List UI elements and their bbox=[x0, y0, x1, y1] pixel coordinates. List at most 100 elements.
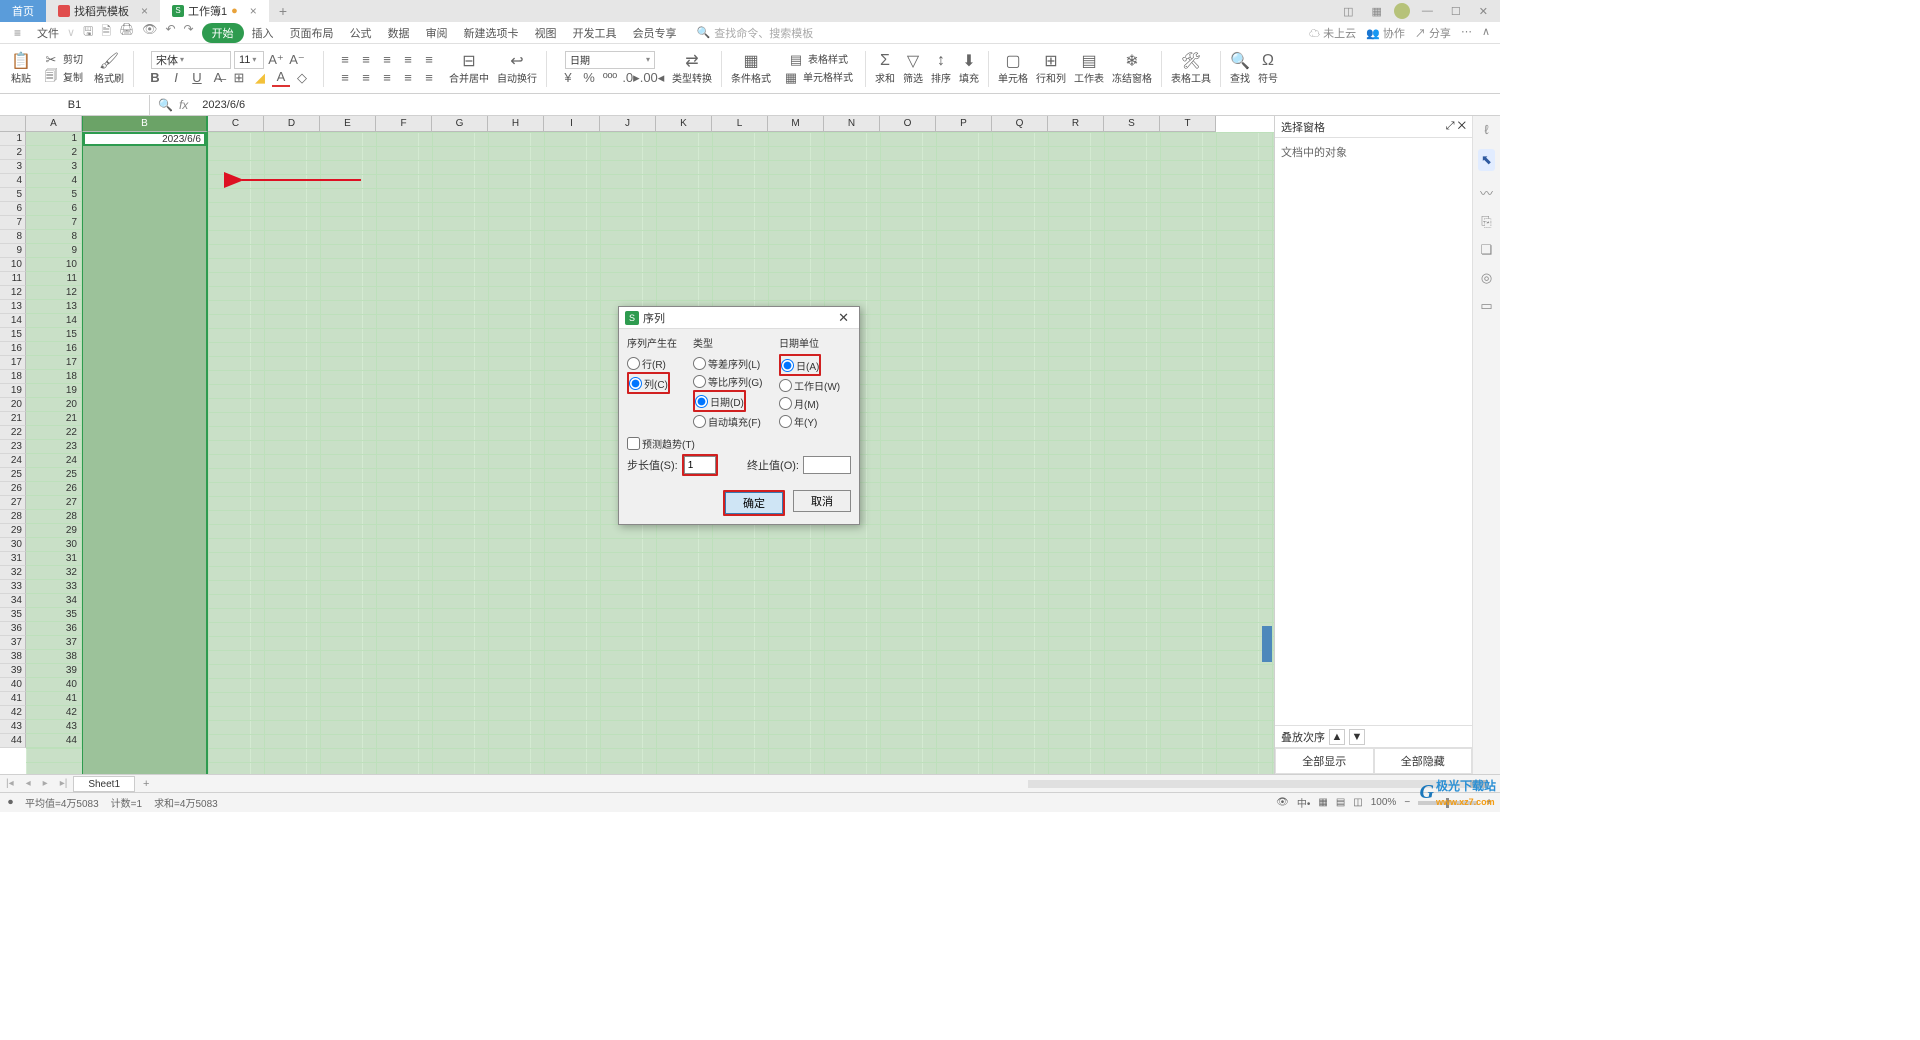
symbol-icon[interactable]: Ω bbox=[1259, 52, 1277, 70]
next-sheet-button[interactable]: ▸ bbox=[37, 778, 54, 789]
radio-row[interactable]: 行(R) bbox=[627, 354, 693, 372]
col-head-J[interactable]: J bbox=[600, 116, 656, 132]
col-head-F[interactable]: F bbox=[376, 116, 432, 132]
row-head[interactable]: 33 bbox=[0, 580, 26, 594]
cell-a34[interactable]: 34 bbox=[26, 594, 82, 608]
radio-weekday[interactable]: 工作日(W) bbox=[779, 376, 851, 394]
copy-icon[interactable]: 🗐 bbox=[42, 69, 60, 87]
cell-a11[interactable]: 11 bbox=[26, 272, 82, 286]
tablestyle-icon[interactable]: ▤ bbox=[787, 51, 805, 69]
row-head[interactable]: 15 bbox=[0, 328, 26, 342]
tab-home[interactable]: 首页 bbox=[0, 0, 46, 22]
zoom-out-button[interactable]: − bbox=[1404, 797, 1410, 808]
radio-linear[interactable]: 等差序列(L) bbox=[693, 354, 779, 372]
row-head[interactable]: 1 bbox=[0, 132, 26, 146]
row-head[interactable]: 42 bbox=[0, 706, 26, 720]
menu-dev[interactable]: 开发工具 bbox=[565, 25, 625, 41]
row-head[interactable]: 31 bbox=[0, 552, 26, 566]
cell-a28[interactable]: 28 bbox=[26, 510, 82, 524]
font-color-icon[interactable]: A bbox=[272, 69, 290, 87]
col-head-L[interactable]: L bbox=[712, 116, 768, 132]
radio-year[interactable]: 年(Y) bbox=[779, 412, 851, 430]
cell-a19[interactable]: 19 bbox=[26, 384, 82, 398]
formula-input[interactable]: 2023/6/6 bbox=[196, 99, 245, 111]
tab-template[interactable]: 找稻壳模板 × bbox=[46, 0, 160, 22]
checkbox-trend[interactable]: 预测趋势(T) bbox=[627, 434, 851, 452]
col-head-K[interactable]: K bbox=[656, 116, 712, 132]
cell-a38[interactable]: 38 bbox=[26, 650, 82, 664]
row-head[interactable]: 41 bbox=[0, 692, 26, 706]
cell-a1[interactable]: 1 bbox=[26, 132, 82, 146]
row-head[interactable]: 22 bbox=[0, 426, 26, 440]
saveas-icon[interactable]: 🗎 bbox=[101, 22, 111, 43]
print-icon[interactable]: 🖨 bbox=[119, 22, 134, 43]
tabletool-icon[interactable]: 🛠 bbox=[1182, 52, 1200, 70]
end-input[interactable] bbox=[803, 456, 851, 474]
row-head[interactable]: 10 bbox=[0, 258, 26, 272]
maximize-button[interactable]: ☐ bbox=[1445, 3, 1467, 20]
percent-icon[interactable]: % bbox=[580, 69, 598, 87]
row-head[interactable]: 36 bbox=[0, 622, 26, 636]
cell-a33[interactable]: 33 bbox=[26, 580, 82, 594]
col-head-G[interactable]: G bbox=[432, 116, 488, 132]
col-head-D[interactable]: D bbox=[264, 116, 320, 132]
cell-a2[interactable]: 2 bbox=[26, 146, 82, 160]
row-head[interactable]: 17 bbox=[0, 356, 26, 370]
menu-layout[interactable]: 页面布局 bbox=[282, 25, 342, 41]
cell-a37[interactable]: 37 bbox=[26, 636, 82, 650]
rowcol-icon[interactable]: ⊞ bbox=[1042, 52, 1060, 70]
col-head-R[interactable]: R bbox=[1048, 116, 1104, 132]
row-head[interactable]: 19 bbox=[0, 384, 26, 398]
col-head-E[interactable]: E bbox=[320, 116, 376, 132]
filter-icon[interactable]: ▽ bbox=[904, 52, 922, 70]
layout-icon[interactable]: ◫ bbox=[1337, 3, 1359, 20]
border-icon[interactable]: ⊞ bbox=[230, 69, 248, 87]
row-head[interactable]: 21 bbox=[0, 412, 26, 426]
col-head-S[interactable]: S bbox=[1104, 116, 1160, 132]
cell-a8[interactable]: 8 bbox=[26, 230, 82, 244]
italic-icon[interactable]: I bbox=[167, 69, 185, 87]
row-head[interactable]: 29 bbox=[0, 524, 26, 538]
more-icon[interactable]: ⋯ bbox=[1461, 25, 1472, 41]
bring-forward-button[interactable]: ▲ bbox=[1329, 729, 1345, 745]
cond-format-icon[interactable]: ▦ bbox=[742, 52, 760, 70]
row-head[interactable]: 38 bbox=[0, 650, 26, 664]
cell-a43[interactable]: 43 bbox=[26, 720, 82, 734]
sheet-icon2[interactable]: ▤ bbox=[1080, 52, 1098, 70]
side-tab-indicator[interactable] bbox=[1262, 626, 1272, 662]
row-head[interactable]: 4 bbox=[0, 174, 26, 188]
cell-a44[interactable]: 44 bbox=[26, 734, 82, 748]
col-head-H[interactable]: H bbox=[488, 116, 544, 132]
row-head[interactable]: 7 bbox=[0, 216, 26, 230]
col-head-I[interactable]: I bbox=[544, 116, 600, 132]
cell-a3[interactable]: 3 bbox=[26, 160, 82, 174]
cell-a25[interactable]: 25 bbox=[26, 468, 82, 482]
name-box[interactable]: B1 bbox=[0, 95, 150, 115]
radio-month[interactable]: 月(M) bbox=[779, 394, 851, 412]
row-head[interactable]: 39 bbox=[0, 664, 26, 678]
row-head[interactable]: 30 bbox=[0, 538, 26, 552]
cell-a30[interactable]: 30 bbox=[26, 538, 82, 552]
cell-a40[interactable]: 40 bbox=[26, 678, 82, 692]
cell-a17[interactable]: 17 bbox=[26, 356, 82, 370]
cell-a13[interactable]: 13 bbox=[26, 300, 82, 314]
cell-a10[interactable]: 10 bbox=[26, 258, 82, 272]
fill-color-icon[interactable]: ◢ bbox=[251, 69, 269, 87]
cell-a22[interactable]: 22 bbox=[26, 426, 82, 440]
menu-file[interactable]: 文件 bbox=[29, 25, 67, 41]
menu-insert[interactable]: 插入 bbox=[244, 25, 282, 41]
record-icon[interactable]: ⏺ bbox=[8, 797, 13, 808]
row-head[interactable]: 34 bbox=[0, 594, 26, 608]
wrap-icon[interactable]: ↩ bbox=[508, 52, 526, 70]
radio-autofill[interactable]: 自动填充(F) bbox=[693, 412, 779, 430]
cellstyle-icon[interactable]: ▦ bbox=[782, 69, 800, 87]
bold-icon[interactable]: B bbox=[146, 69, 164, 87]
col-head-N[interactable]: N bbox=[824, 116, 880, 132]
menu-view[interactable]: 视图 bbox=[527, 25, 565, 41]
add-sheet-button[interactable]: + bbox=[135, 778, 157, 790]
menu-member[interactable]: 会员专享 bbox=[625, 25, 685, 41]
tab-workbook[interactable]: S 工作簿1 ● × bbox=[160, 0, 269, 22]
row-head[interactable]: 37 bbox=[0, 636, 26, 650]
row-head[interactable]: 9 bbox=[0, 244, 26, 258]
cell-a4[interactable]: 4 bbox=[26, 174, 82, 188]
